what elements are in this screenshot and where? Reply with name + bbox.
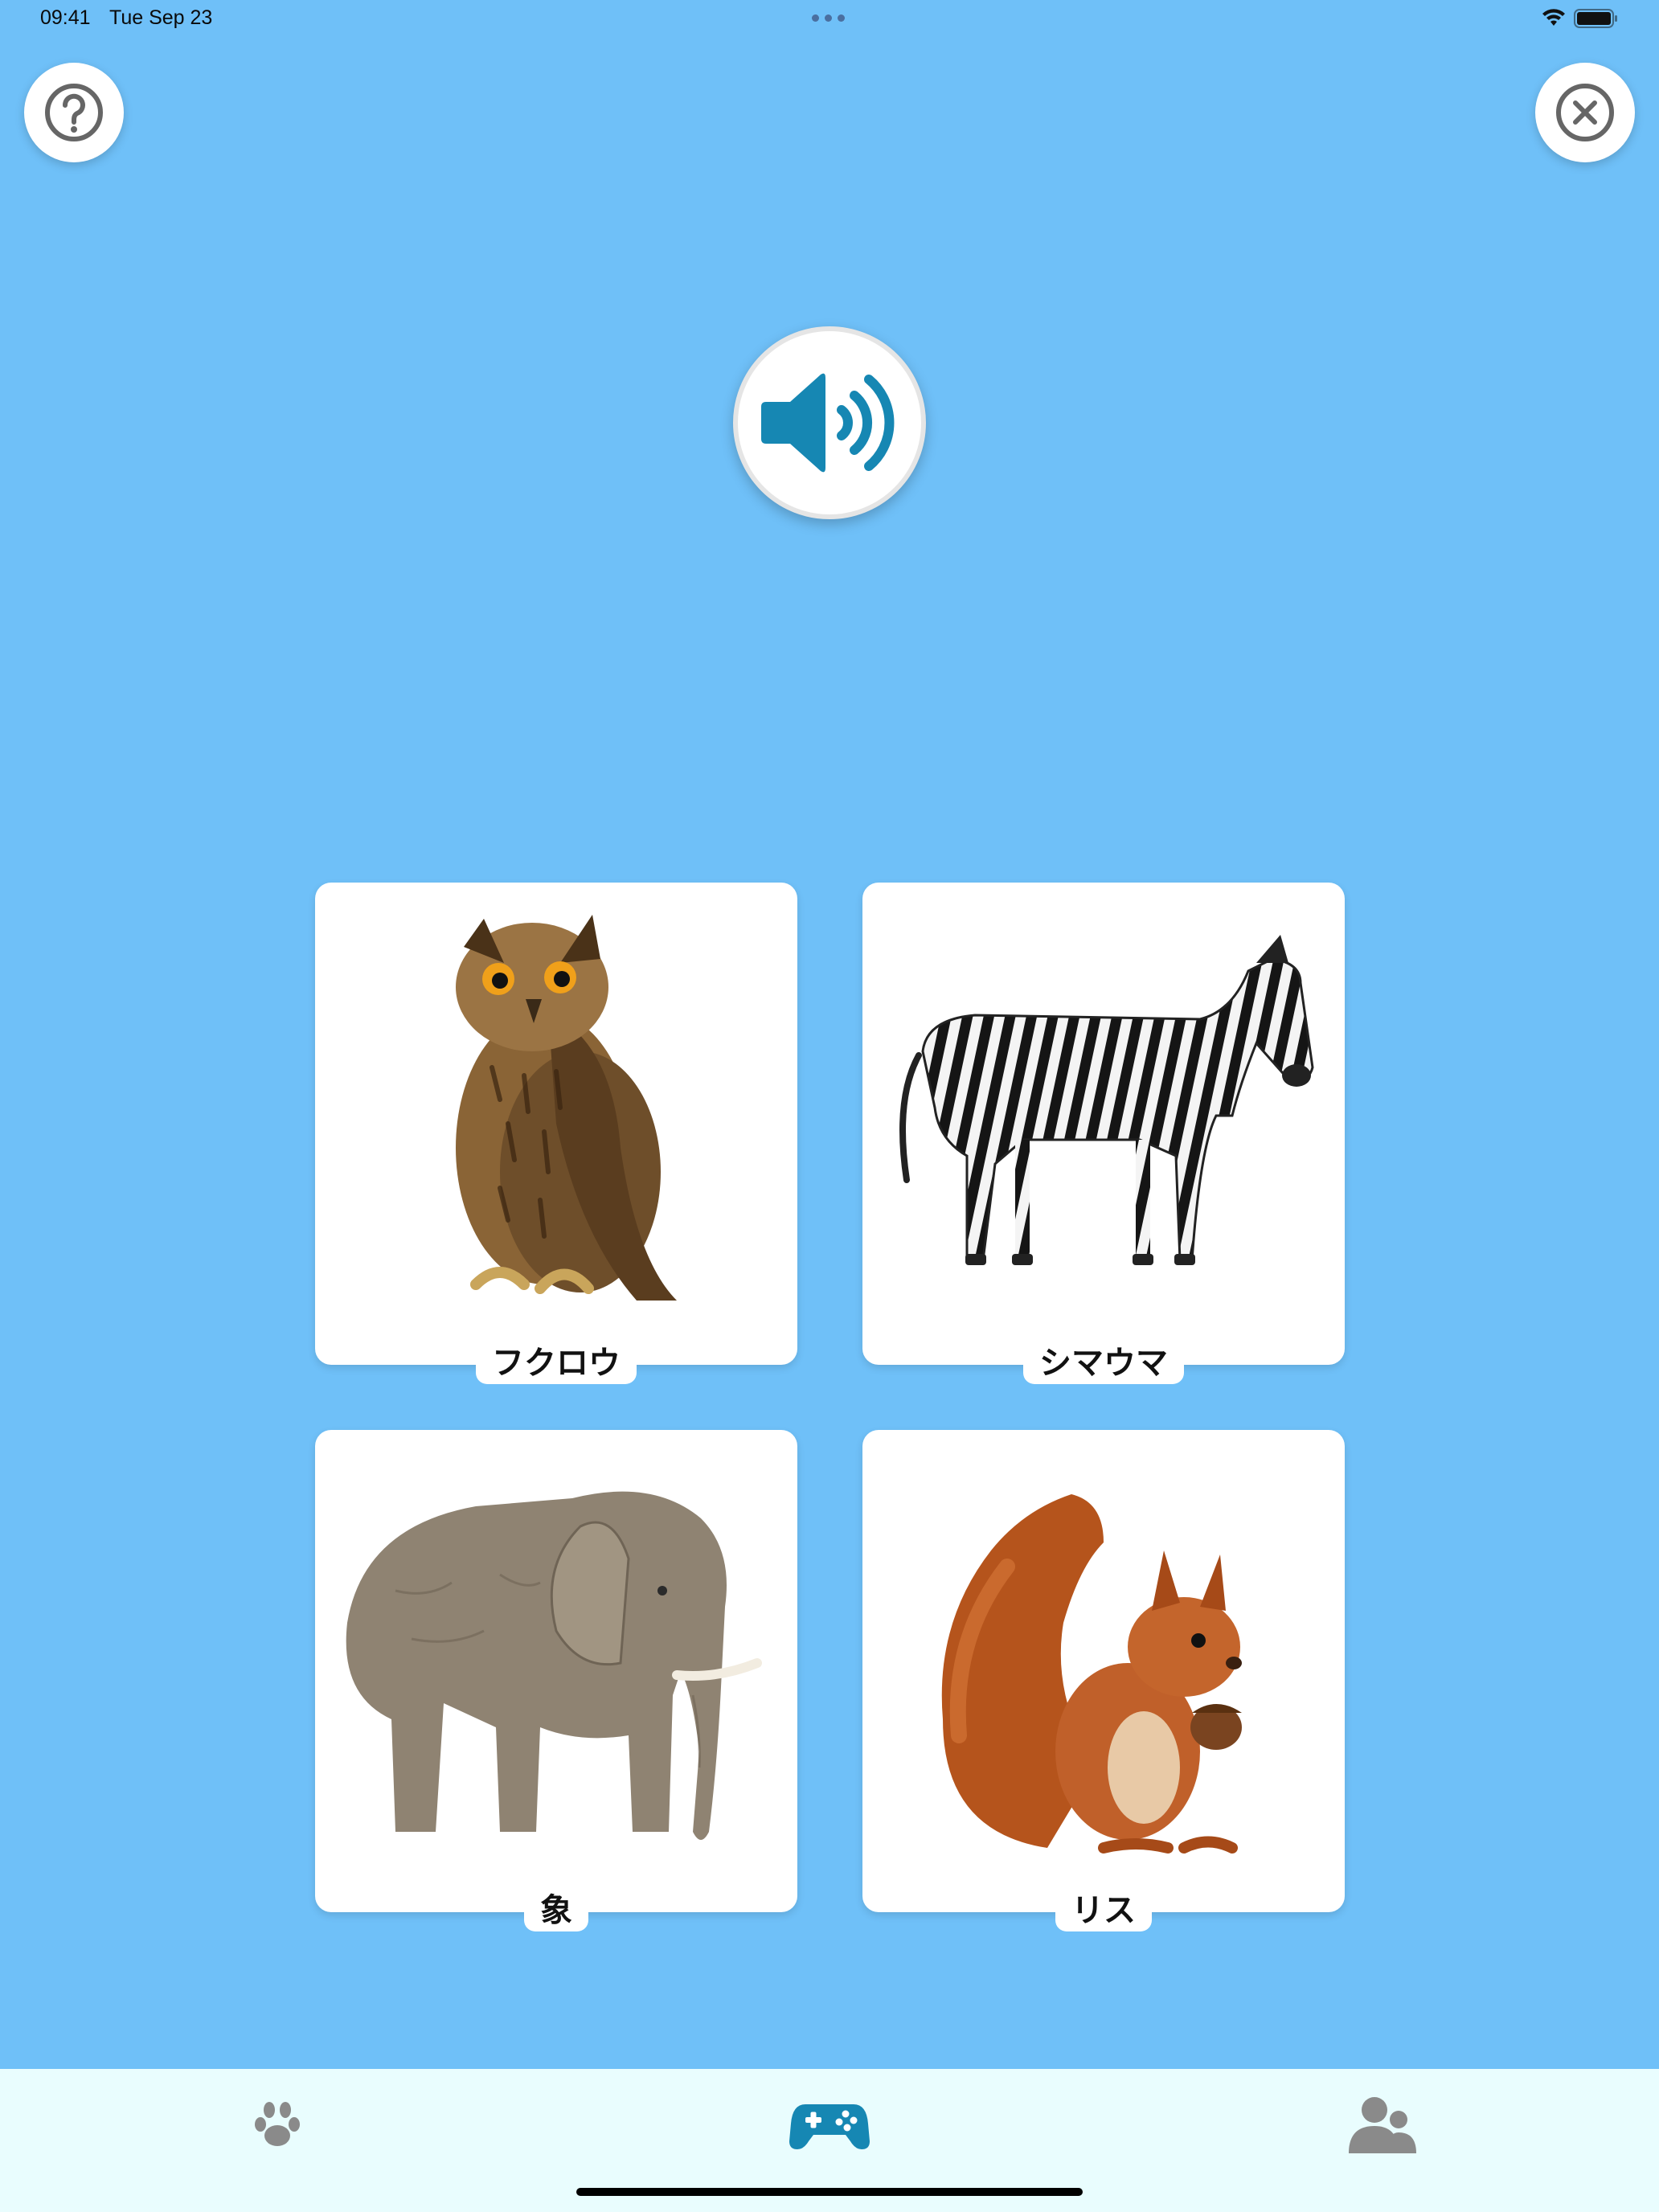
help-button[interactable] [24, 63, 124, 162]
question-circle-icon [45, 84, 103, 141]
play-sound-button[interactable] [733, 326, 926, 519]
close-button[interactable] [1535, 63, 1635, 162]
zebra-image [899, 935, 1314, 1265]
battery-icon [1574, 9, 1617, 28]
paw-icon [255, 2102, 300, 2146]
tab-animals[interactable] [237, 2069, 317, 2181]
answer-card-squirrel[interactable]: リス [862, 1430, 1345, 1931]
users-icon [1349, 2097, 1416, 2153]
close-circle-icon [1556, 84, 1614, 141]
owl-image [456, 915, 677, 1301]
speaker-volume-icon [761, 373, 895, 473]
tab-games[interactable] [781, 2069, 878, 2181]
answer-card-owl[interactable]: フクロウ [315, 883, 797, 1384]
multitasking-dots-icon[interactable] [812, 14, 845, 22]
card-label: シマウマ [1023, 1341, 1184, 1384]
card-label: 象 [524, 1888, 588, 1931]
card-label: フクロウ [476, 1341, 637, 1384]
card-label: リス [1055, 1888, 1152, 1931]
status-time: 09:41 [40, 6, 91, 29]
status-date: Tue Sep 23 [109, 6, 213, 29]
squirrel-image [941, 1494, 1242, 1854]
elephant-image [346, 1491, 762, 1840]
answer-card-zebra[interactable]: シマウマ [862, 883, 1345, 1384]
answer-card-elephant[interactable]: 象 [315, 1430, 797, 1931]
home-indicator[interactable] [576, 2188, 1083, 2196]
wifi-icon [1542, 9, 1565, 26]
tab-profile[interactable] [1342, 2069, 1423, 2181]
gamepad-icon [789, 2104, 870, 2149]
status-bar: 09:41 Tue Sep 23 [0, 0, 1659, 39]
